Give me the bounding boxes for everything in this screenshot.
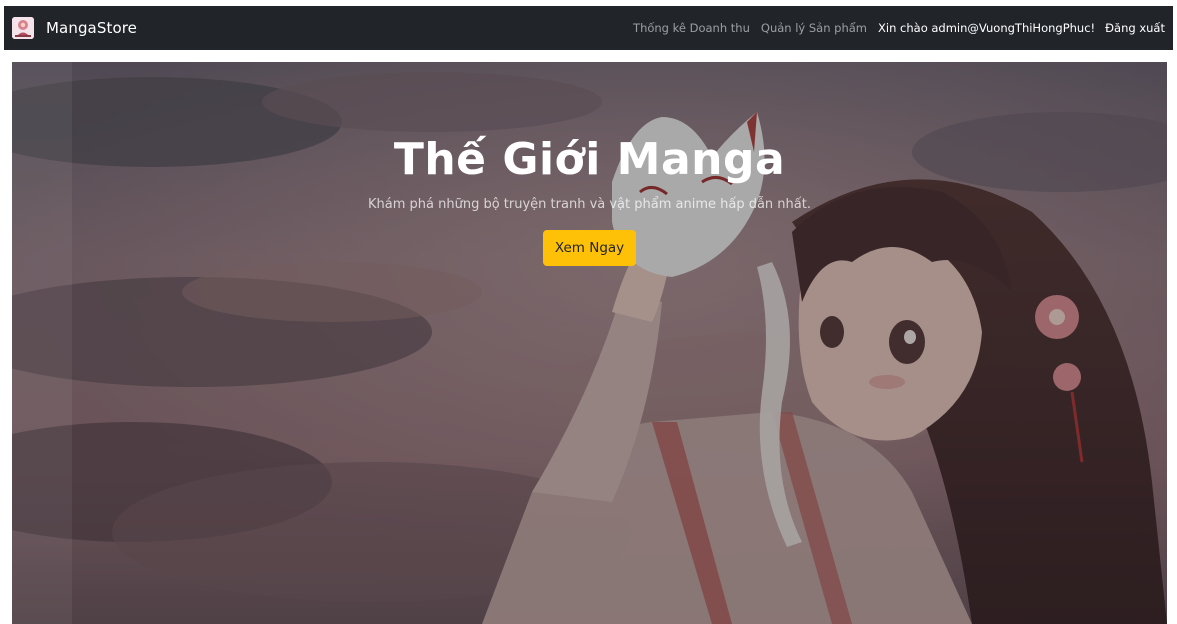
hero-subtitle: Khám phá những bộ truyện tranh và vật ph… [368,197,811,212]
brand-name: MangaStore [46,19,137,37]
top-navbar: MangaStore Thống kê Doanh thu Quản lý Sả… [4,6,1173,50]
nav-link-revenue-stats[interactable]: Thống kê Doanh thu [633,21,750,35]
nav-link-product-management[interactable]: Quản lý Sản phẩm [761,21,867,35]
user-greeting: Xin chào admin@VuongThiHongPhuc! [878,21,1096,35]
hero-title: Thế Giới Manga [393,134,786,185]
view-now-button[interactable]: Xem Ngay [542,230,637,266]
brand-link[interactable]: MangaStore [12,17,137,39]
nav-menu: Thống kê Doanh thu Quản lý Sản phẩm Xin … [622,21,1165,35]
logout-link[interactable]: Đăng xuất [1105,21,1165,35]
hero-content: Thế Giới Manga Khám phá những bộ truyện … [12,132,1167,266]
brand-logo-icon [12,17,34,39]
hero-banner: Thế Giới Manga Khám phá những bộ truyện … [12,62,1167,624]
